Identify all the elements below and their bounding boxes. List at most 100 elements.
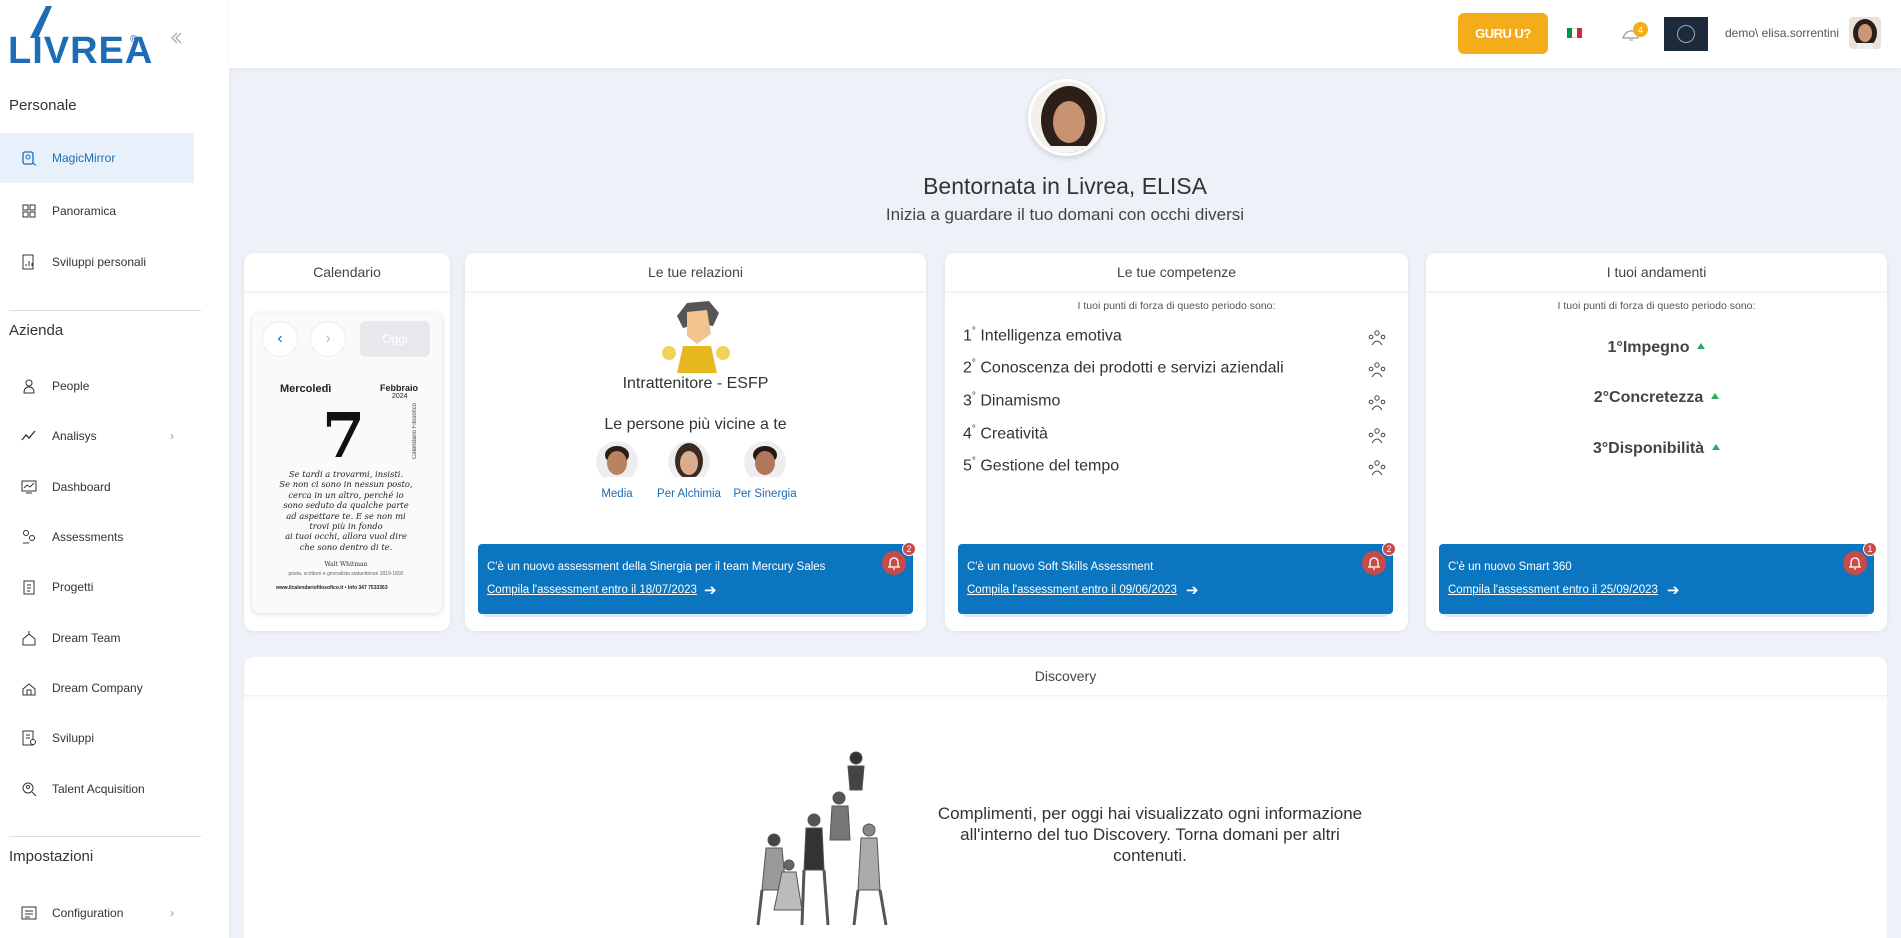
sidebar-item-progetti[interactable]: Progetti <box>0 562 194 612</box>
card-title: Calendario <box>244 253 450 292</box>
avatar <box>668 441 710 483</box>
sidebar-divider <box>9 836 201 837</box>
sidebar-item-sviluppi-personali[interactable]: Sviluppi personali <box>0 237 194 287</box>
username[interactable]: demo\ elisa.sorrentini <box>1725 26 1839 40</box>
calendar-day-number: 7 <box>322 399 366 472</box>
entertainer-avatar-icon <box>662 301 730 373</box>
banner-link[interactable]: Compila l'assessment entro il 25/09/2023 <box>1448 584 1658 596</box>
team-icon <box>20 629 38 647</box>
soft-skills-assessment-banner[interactable]: C'è un nuovo Soft Skills Assessment Comp… <box>958 542 1396 614</box>
bell-badge: 1 <box>1863 542 1877 556</box>
avatar <box>744 441 786 483</box>
section-personale: Personale <box>9 97 77 114</box>
topbar: GURU U? 4 demo\ elisa.sorrentini <box>229 0 1901 68</box>
calendar-author-note: poeta, scrittore e giornalista statunite… <box>288 571 404 577</box>
livrea-logo[interactable]: LIVREA ® <box>8 4 152 72</box>
assessment-icon <box>20 528 38 546</box>
team-skill-icon <box>1368 362 1386 378</box>
competencies-card: Le tue competenze I tuoi punti di forza … <box>945 253 1408 631</box>
card-title: Le tue competenze <box>945 253 1408 292</box>
sidebar-item-talent-acquisition[interactable]: Talent Acquisition <box>0 764 194 814</box>
dashboard-grid-icon <box>20 202 38 220</box>
sidebar-item-label: Analisys <box>52 429 97 443</box>
section-azienda: Azienda <box>9 322 64 339</box>
calendar-quote-author: Walt Whitman <box>324 561 368 568</box>
closest-person-sinergia[interactable]: Per Sinergia <box>720 441 810 500</box>
competency-item: 2° Conoscenza dei prodotti e servizi azi… <box>963 358 1284 377</box>
welcome-title: Bentornata in Livrea, ELISA <box>923 173 1207 199</box>
bell-badge: 2 <box>1382 542 1396 556</box>
guru-up-button[interactable]: GURU U? <box>1458 13 1548 54</box>
smart-360-banner[interactable]: C'è un nuovo Smart 360 Compila l'assessm… <box>1439 542 1877 614</box>
team-skill-icon <box>1368 428 1386 444</box>
avatar <box>596 441 638 483</box>
competency-item: 3° Dinamismo <box>963 391 1061 410</box>
notifications-badge: 4 <box>1633 22 1648 37</box>
trend-up-icon <box>1697 343 1706 349</box>
person-label: Per Sinergia <box>733 488 797 500</box>
development-icon <box>20 729 38 747</box>
sidebar-item-configuration[interactable]: Configuration › <box>0 888 194 938</box>
trend-item: 2°Concretezza <box>1426 389 1887 407</box>
welcome-subtitle: Inizia a guardare il tuo domani con occh… <box>885 205 1245 224</box>
banner-link[interactable]: Compila l'assessment entro il 18/07/2023 <box>487 584 697 596</box>
sinergia-assessment-banner[interactable]: C'è un nuovo assessment della Sinergia p… <box>478 542 916 614</box>
calendar-side-text: Calendario Filosofico <box>412 403 418 460</box>
configuration-icon <box>20 904 38 922</box>
team-skill-icon <box>1368 395 1386 411</box>
trend-item: 1°Impegno <box>1426 339 1887 357</box>
discovery-card: Discovery Complimenti, per oggi hai visu… <box>244 657 1887 938</box>
company-logo[interactable] <box>1664 17 1708 51</box>
team-pyramid-illustration <box>756 751 888 926</box>
sidebar-item-label: MagicMirror <box>52 151 116 165</box>
sidebar-item-label: Dashboard <box>52 480 111 494</box>
calendar-today-button[interactable]: Oggi <box>360 321 430 357</box>
calendar-page: ‹ › Oggi Mercoledì Febbraio 2024 7 Calen… <box>252 313 442 613</box>
arrow-right-icon: ➔ <box>1186 582 1199 599</box>
profile-avatar[interactable] <box>1028 79 1105 156</box>
sidebar-item-dream-company[interactable]: Dream Company <box>0 663 194 713</box>
card-title: I tuoi andamenti <box>1426 253 1887 292</box>
logo-registered: ® <box>130 34 138 45</box>
sidebar-divider <box>9 310 201 311</box>
card-title: Le tue relazioni <box>465 253 926 292</box>
sidebar-item-label: Sviluppi personali <box>52 255 147 269</box>
calendar-card: Calendario ‹ › Oggi Mercoledì Febbraio 2… <box>244 253 450 631</box>
company-icon <box>20 679 38 697</box>
discovery-message: Complimenti, per oggi hai visualizzato o… <box>937 804 1363 865</box>
sidebar-item-people[interactable]: People <box>0 361 194 411</box>
calendar-next-button[interactable]: › <box>310 321 346 357</box>
trend-item: 3°Disponibilità <box>1426 440 1887 458</box>
talent-search-icon <box>20 780 38 798</box>
calendar-prev-button[interactable]: ‹ <box>262 321 298 357</box>
banner-link[interactable]: Compila l'assessment entro il 09/06/2023 <box>967 584 1177 596</box>
calendar-month: Febbraio <box>379 383 418 393</box>
trends-card: I tuoi andamenti I tuoi punti di forza d… <box>1426 253 1887 631</box>
magic-mirror-icon <box>20 149 38 167</box>
sidebar-item-magicmirror[interactable]: MagicMirror <box>0 133 194 183</box>
banner-text: C'è un nuovo Soft Skills Assessment <box>967 561 1154 573</box>
sidebar-item-sviluppi[interactable]: Sviluppi <box>0 713 194 763</box>
bell-icon <box>882 551 906 575</box>
bell-icon <box>1843 551 1867 575</box>
arrow-right-icon: ➔ <box>1667 582 1680 599</box>
arrow-right-icon: ➔ <box>704 582 717 599</box>
collapse-sidebar-button[interactable] <box>168 30 188 50</box>
calendar-footer: www.ilcalendariofilosofico.it • Info 347… <box>276 585 388 591</box>
banner-text: C'è un nuovo Smart 360 <box>1448 561 1572 573</box>
competencies-kicker: I tuoi punti di forza di questo periodo … <box>1077 300 1276 312</box>
sidebar-item-analisys[interactable]: Analisys › <box>0 411 194 461</box>
competency-item: 1° Intelligenza emotiva <box>963 326 1122 345</box>
user-avatar[interactable] <box>1849 17 1881 49</box>
team-skill-icon <box>1368 460 1386 476</box>
language-flag-icon[interactable] <box>1567 28 1582 38</box>
sidebar-item-dream-team[interactable]: Dream Team <box>0 613 194 663</box>
card-title: Discovery <box>244 657 1887 696</box>
person-icon <box>20 377 38 395</box>
sidebar-item-dashboard[interactable]: Dashboard <box>0 462 194 512</box>
sidebar-item-assessments[interactable]: Assessments <box>0 512 194 562</box>
sidebar-item-label: Configuration <box>52 906 124 920</box>
clipboard-icon <box>20 578 38 596</box>
sidebar-item-label: Panoramica <box>52 204 117 218</box>
sidebar-item-panoramica[interactable]: Panoramica <box>0 186 194 236</box>
